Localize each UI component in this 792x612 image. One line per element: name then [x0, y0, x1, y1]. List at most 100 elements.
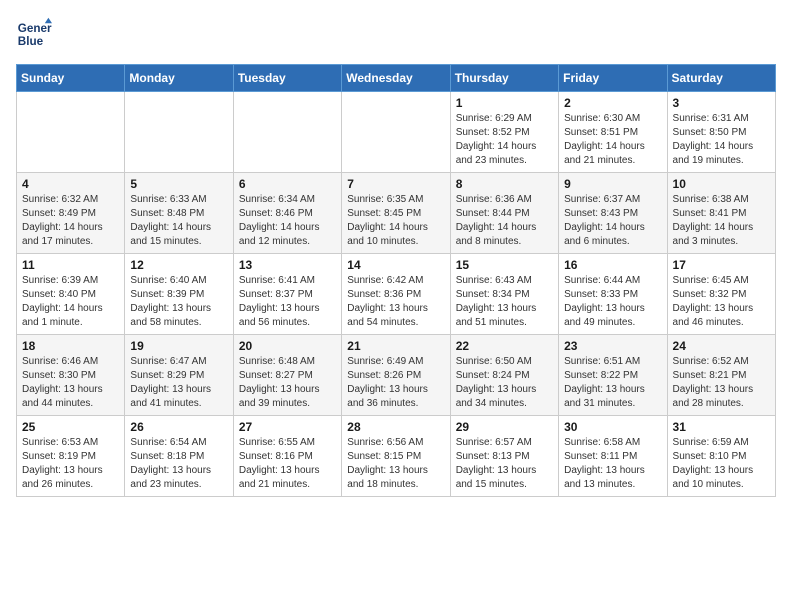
day-info: Sunrise: 6:50 AM Sunset: 8:24 PM Dayligh… [456, 355, 553, 411]
calendar-cell: 27Sunrise: 6:55 AM Sunset: 8:16 PM Dayli… [233, 416, 341, 497]
day-info: Sunrise: 6:47 AM Sunset: 8:29 PM Dayligh… [130, 355, 227, 411]
day-number: 3 [673, 96, 770, 110]
calendar-cell: 14 Sunrise: 6:42 AM Sunset: 8:36 PM Dayli… [342, 254, 450, 335]
day-number: 20 [239, 339, 336, 353]
day-info: Sunrise: 6:29 AM Sunset: 8:52 PM Dayligh… [456, 112, 553, 168]
day-info: Sunrise: 6:45 AM Sunset: 8:32 PM Dayligh… [673, 274, 770, 330]
week-row-3: 11 Sunrise: 6:39 AM Sunset: 8:40 PM Dayli… [17, 254, 776, 335]
day-info: Sunrise: 6:51 AM Sunset: 8:22 PM Dayligh… [564, 355, 661, 411]
day-info: Sunrise: 6:44 AM Sunset: 8:33 PM Dayligh… [564, 274, 661, 330]
day-info: Sunrise: 6:30 AM Sunset: 8:51 PM Dayligh… [564, 112, 661, 168]
day-number: 23 [564, 339, 661, 353]
calendar-cell: 7 Sunrise: 6:35 AM Sunset: 8:45 PM Daylig… [342, 173, 450, 254]
day-number: 19 [130, 339, 227, 353]
calendar-cell: 9 Sunrise: 6:37 AM Sunset: 8:43 PM Daylig… [559, 173, 667, 254]
day-info: Sunrise: 6:54 AM Sunset: 8:18 PM Dayligh… [130, 436, 227, 492]
day-number: 2 [564, 96, 661, 110]
calendar-cell: 20Sunrise: 6:48 AM Sunset: 8:27 PM Dayli… [233, 335, 341, 416]
day-info: Sunrise: 6:43 AM Sunset: 8:34 PM Dayligh… [456, 274, 553, 330]
week-row-5: 25 Sunrise: 6:53 AM Sunset: 8:19 PM Dayli… [17, 416, 776, 497]
day-number: 25 [22, 420, 119, 434]
day-info: Sunrise: 6:57 AM Sunset: 8:13 PM Dayligh… [456, 436, 553, 492]
day-number: 27 [239, 420, 336, 434]
day-info: Sunrise: 6:46 AM Sunset: 8:30 PM Dayligh… [22, 355, 119, 411]
calendar-cell: 1 Sunrise: 6:29 AM Sunset: 8:52 PM Daylig… [450, 92, 558, 173]
calendar-cell: 25 Sunrise: 6:53 AM Sunset: 8:19 PM Dayli… [17, 416, 125, 497]
calendar-cell: 15 Sunrise: 6:43 AM Sunset: 8:34 PM Dayli… [450, 254, 558, 335]
week-row-4: 18 Sunrise: 6:46 AM Sunset: 8:30 PM Dayli… [17, 335, 776, 416]
day-number: 29 [456, 420, 553, 434]
day-number: 21 [347, 339, 444, 353]
weekday-header-sunday: Sunday [17, 65, 125, 92]
week-row-2: 4 Sunrise: 6:32 AM Sunset: 8:49 PM Daylig… [17, 173, 776, 254]
calendar-cell: 19 Sunrise: 6:47 AM Sunset: 8:29 PM Dayli… [125, 335, 233, 416]
day-number: 30 [564, 420, 661, 434]
logo: General Blue [16, 16, 52, 52]
calendar-cell: 30 Sunrise: 6:58 AM Sunset: 8:11 PM Dayli… [559, 416, 667, 497]
calendar-cell [342, 92, 450, 173]
weekday-header-tuesday: Tuesday [233, 65, 341, 92]
calendar-cell: 10 Sunrise: 6:38 AM Sunset: 8:41 PM Dayli… [667, 173, 775, 254]
day-info: Sunrise: 6:58 AM Sunset: 8:11 PM Dayligh… [564, 436, 661, 492]
calendar-cell: 5Sunrise: 6:33 AM Sunset: 8:48 PM Daylig… [125, 173, 233, 254]
calendar-table: SundayMondayTuesdayWednesdayThursdayFrid… [16, 64, 776, 497]
day-number: 24 [673, 339, 770, 353]
calendar-cell: 11 Sunrise: 6:39 AM Sunset: 8:40 PM Dayli… [17, 254, 125, 335]
day-number: 28 [347, 420, 444, 434]
weekday-header-saturday: Saturday [667, 65, 775, 92]
calendar-cell: 17 Sunrise: 6:45 AM Sunset: 8:32 PM Dayli… [667, 254, 775, 335]
day-number: 18 [22, 339, 119, 353]
calendar-cell: 28 Sunrise: 6:56 AM Sunset: 8:15 PM Dayli… [342, 416, 450, 497]
calendar-cell: 21 Sunrise: 6:49 AM Sunset: 8:26 PM Dayli… [342, 335, 450, 416]
weekday-header-row: SundayMondayTuesdayWednesdayThursdayFrid… [17, 65, 776, 92]
calendar-cell: 8 Sunrise: 6:36 AM Sunset: 8:44 PM Daylig… [450, 173, 558, 254]
day-number: 7 [347, 177, 444, 191]
calendar-cell: 13 Sunrise: 6:41 AM Sunset: 8:37 PM Dayli… [233, 254, 341, 335]
calendar-cell [17, 92, 125, 173]
day-number: 31 [673, 420, 770, 434]
day-info: Sunrise: 6:53 AM Sunset: 8:19 PM Dayligh… [22, 436, 119, 492]
day-info: Sunrise: 6:39 AM Sunset: 8:40 PM Dayligh… [22, 274, 119, 330]
day-number: 14 [347, 258, 444, 272]
day-number: 4 [22, 177, 119, 191]
day-number: 1 [456, 96, 553, 110]
day-info: Sunrise: 6:37 AM Sunset: 8:43 PM Dayligh… [564, 193, 661, 249]
weekday-header-monday: Monday [125, 65, 233, 92]
calendar-cell: 23 Sunrise: 6:51 AM Sunset: 8:22 PM Dayli… [559, 335, 667, 416]
day-number: 13 [239, 258, 336, 272]
calendar-cell: 22Sunrise: 6:50 AM Sunset: 8:24 PM Dayli… [450, 335, 558, 416]
day-info: Sunrise: 6:36 AM Sunset: 8:44 PM Dayligh… [456, 193, 553, 249]
day-number: 11 [22, 258, 119, 272]
day-number: 5 [130, 177, 227, 191]
day-number: 9 [564, 177, 661, 191]
calendar-cell: 3Sunrise: 6:31 AM Sunset: 8:50 PM Daylig… [667, 92, 775, 173]
header: General Blue [16, 16, 776, 52]
calendar-cell [125, 92, 233, 173]
calendar-cell: 31 Sunrise: 6:59 AM Sunset: 8:10 PM Dayli… [667, 416, 775, 497]
day-info: Sunrise: 6:42 AM Sunset: 8:36 PM Dayligh… [347, 274, 444, 330]
svg-text:General: General [18, 22, 52, 35]
calendar-cell: 12 Sunrise: 6:40 AM Sunset: 8:39 PM Dayli… [125, 254, 233, 335]
weekday-header-wednesday: Wednesday [342, 65, 450, 92]
day-info: Sunrise: 6:56 AM Sunset: 8:15 PM Dayligh… [347, 436, 444, 492]
day-number: 6 [239, 177, 336, 191]
day-info: Sunrise: 6:59 AM Sunset: 8:10 PM Dayligh… [673, 436, 770, 492]
day-number: 17 [673, 258, 770, 272]
day-number: 10 [673, 177, 770, 191]
day-number: 12 [130, 258, 227, 272]
day-info: Sunrise: 6:52 AM Sunset: 8:21 PM Dayligh… [673, 355, 770, 411]
day-info: Sunrise: 6:41 AM Sunset: 8:37 PM Dayligh… [239, 274, 336, 330]
day-info: Sunrise: 6:40 AM Sunset: 8:39 PM Dayligh… [130, 274, 227, 330]
day-number: 8 [456, 177, 553, 191]
weekday-header-thursday: Thursday [450, 65, 558, 92]
svg-text:Blue: Blue [18, 35, 44, 48]
calendar-cell: 29 Sunrise: 6:57 AM Sunset: 8:13 PM Dayli… [450, 416, 558, 497]
calendar-cell: 16Sunrise: 6:44 AM Sunset: 8:33 PM Dayli… [559, 254, 667, 335]
day-info: Sunrise: 6:38 AM Sunset: 8:41 PM Dayligh… [673, 193, 770, 249]
day-info: Sunrise: 6:35 AM Sunset: 8:45 PM Dayligh… [347, 193, 444, 249]
day-info: Sunrise: 6:34 AM Sunset: 8:46 PM Dayligh… [239, 193, 336, 249]
day-info: Sunrise: 6:49 AM Sunset: 8:26 PM Dayligh… [347, 355, 444, 411]
day-info: Sunrise: 6:32 AM Sunset: 8:49 PM Dayligh… [22, 193, 119, 249]
day-number: 15 [456, 258, 553, 272]
weekday-header-friday: Friday [559, 65, 667, 92]
